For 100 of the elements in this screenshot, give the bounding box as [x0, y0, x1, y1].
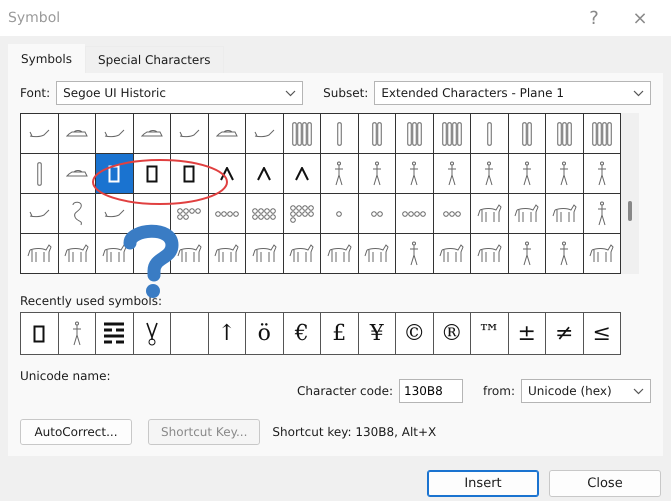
- symbol-cell[interactable]: [246, 154, 284, 194]
- symbol-cell[interactable]: [246, 114, 284, 154]
- symbol-cell[interactable]: [246, 194, 284, 234]
- symbol-cell[interactable]: [471, 154, 508, 194]
- symbol-cell[interactable]: [21, 194, 58, 234]
- symbol-cell[interactable]: [434, 114, 471, 154]
- from-label: from:: [483, 384, 515, 398]
- symbol-cell[interactable]: [508, 234, 546, 274]
- symbol-cell[interactable]: [584, 194, 621, 234]
- symbol-cell[interactable]: [584, 234, 621, 274]
- recent-symbol-cell[interactable]: ®: [434, 313, 471, 355]
- standing-figure-icon: [559, 241, 570, 266]
- insert-button[interactable]: Insert: [427, 470, 539, 497]
- close-button[interactable]: ×: [617, 3, 663, 33]
- symbol-cell[interactable]: [171, 154, 208, 194]
- symbol-cell[interactable]: [434, 194, 471, 234]
- symbol-cell[interactable]: [284, 194, 321, 234]
- recent-symbol-cell[interactable]: [134, 313, 171, 355]
- symbol-cell[interactable]: [58, 114, 96, 154]
- recent-symbol-cell[interactable]: ™: [471, 313, 508, 355]
- symbol-cell[interactable]: [396, 114, 434, 154]
- close-dialog-button[interactable]: Close: [549, 470, 661, 497]
- recent-symbol-cell[interactable]: ≠: [546, 313, 584, 355]
- scrollbar-thumb[interactable]: [628, 201, 632, 221]
- symbol-cell[interactable]: [284, 154, 321, 194]
- tab[interactable]: Symbols: [8, 44, 85, 73]
- symbol-cell[interactable]: [96, 194, 134, 234]
- symbol-cell[interactable]: [208, 114, 246, 154]
- symbol-cell[interactable]: [284, 114, 321, 154]
- from-dropdown[interactable]: Unicode (hex): [521, 379, 651, 403]
- symbol-cell[interactable]: [584, 114, 621, 154]
- symbol-cell[interactable]: [358, 114, 396, 154]
- symbol-cell[interactable]: [396, 194, 434, 234]
- symbol-cell[interactable]: [96, 114, 134, 154]
- symbol-cell[interactable]: [546, 194, 584, 234]
- symbol-cell[interactable]: [471, 114, 508, 154]
- symbol-cell[interactable]: [546, 154, 584, 194]
- recent-symbol-cell[interactable]: ©: [396, 313, 434, 355]
- symbol-cell[interactable]: [208, 194, 246, 234]
- symbol-cell[interactable]: [508, 114, 546, 154]
- symbol-cell[interactable]: [171, 234, 208, 274]
- symbol-cell[interactable]: [358, 234, 396, 274]
- symbol-cell[interactable]: [58, 154, 96, 194]
- symbol-cell[interactable]: [508, 154, 546, 194]
- symbol-cell[interactable]: [321, 154, 358, 194]
- symbol-cell[interactable]: [508, 194, 546, 234]
- recent-symbol-cell[interactable]: [96, 313, 134, 355]
- symbol-cell[interactable]: [134, 114, 171, 154]
- symbol-cell[interactable]: [546, 114, 584, 154]
- symbol-cell[interactable]: [171, 194, 208, 234]
- symbol-cell[interactable]: [546, 234, 584, 274]
- recent-symbol-cell[interactable]: ±: [508, 313, 546, 355]
- recent-symbol-cell[interactable]: ö: [246, 313, 284, 355]
- symbol-cell[interactable]: [321, 194, 358, 234]
- symbol-cell[interactable]: [584, 154, 621, 194]
- standing-figure-icon: [372, 161, 382, 186]
- symbol-cell[interactable]: [321, 234, 358, 274]
- standing-figure-icon: [522, 161, 532, 186]
- recently-used-label: Recently used symbols:: [20, 294, 162, 308]
- symbol-cell[interactable]: [396, 234, 434, 274]
- recent-symbol-cell[interactable]: [171, 313, 208, 355]
- autocorrect-button[interactable]: AutoCorrect...: [20, 419, 132, 445]
- tab[interactable]: Special Characters: [84, 46, 224, 73]
- symbol-cell[interactable]: [21, 234, 58, 274]
- animal-hieroglyph-icon: [176, 244, 202, 263]
- symbol-cell[interactable]: [21, 114, 58, 154]
- animal-hieroglyph-icon: [439, 244, 464, 263]
- recent-symbol-cell[interactable]: ≤: [584, 313, 621, 355]
- symbol-cell[interactable]: [208, 234, 246, 274]
- symbol-cell[interactable]: [471, 234, 508, 274]
- symbol-cell[interactable]: [396, 154, 434, 194]
- symbol-cell[interactable]: [58, 234, 96, 274]
- dots-hieroglyph-icon: [402, 210, 426, 216]
- symbol-cell[interactable]: [321, 114, 358, 154]
- recent-symbol-cell[interactable]: ↑: [208, 313, 246, 355]
- recent-symbol-cell[interactable]: ¥: [358, 313, 396, 355]
- recent-symbol-cell[interactable]: €: [284, 313, 321, 355]
- symbol-cell[interactable]: [208, 154, 246, 194]
- symbol-cell[interactable]: [134, 154, 171, 194]
- recent-symbol-cell[interactable]: [21, 313, 58, 355]
- missing-glyph-icon: [146, 164, 158, 182]
- animal-hieroglyph-icon: [252, 244, 277, 263]
- symbol-cell[interactable]: [358, 194, 396, 234]
- symbol-cell[interactable]: [284, 234, 321, 274]
- animal-hieroglyph-icon: [214, 244, 240, 263]
- symbol-cell[interactable]: [171, 114, 208, 154]
- symbol-cell[interactable]: [21, 154, 58, 194]
- symbol-cell[interactable]: [434, 154, 471, 194]
- symbol-cell[interactable]: [58, 194, 96, 234]
- help-button[interactable]: ?: [571, 3, 617, 33]
- symbol-cell[interactable]: [96, 154, 134, 194]
- symbol-cell[interactable]: [246, 234, 284, 274]
- symbol-cell[interactable]: [358, 154, 396, 194]
- character-code-field[interactable]: 130B8: [399, 379, 464, 403]
- recent-symbol-cell[interactable]: £: [321, 313, 358, 355]
- recent-symbol-cell[interactable]: [58, 313, 96, 355]
- symbol-cell[interactable]: [434, 234, 471, 274]
- subset-dropdown[interactable]: Extended Characters - Plane 1: [374, 81, 651, 105]
- font-dropdown[interactable]: Segoe UI Historic: [56, 81, 304, 105]
- symbol-cell[interactable]: [471, 194, 508, 234]
